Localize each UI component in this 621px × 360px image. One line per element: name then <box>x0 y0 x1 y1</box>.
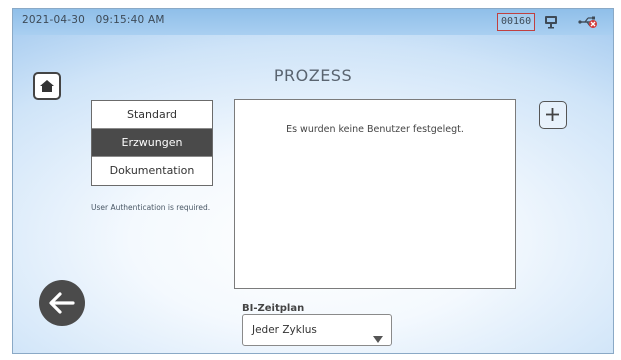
back-button[interactable] <box>39 280 85 326</box>
cycle-counter: 00160 <box>497 13 536 31</box>
page-title: PROZESS <box>273 66 353 85</box>
bi-schedule-value: Jeder Zyklus <box>252 324 317 336</box>
screen: 2021-04-30 09:15:40 AM 00160 PROZESS Sta… <box>12 8 614 354</box>
auth-note: User Authentication is required. <box>91 203 211 212</box>
usb-error-icon[interactable] <box>578 14 600 33</box>
add-user-button[interactable] <box>539 101 567 129</box>
caret-down-icon <box>373 328 383 347</box>
mode-item-standard[interactable]: Standard <box>92 101 212 129</box>
datetime: 2021-04-30 09:15:40 AM <box>22 14 165 26</box>
bi-schedule-dropdown[interactable]: Jeder Zyklus <box>242 314 392 346</box>
status-bar: 2021-04-30 09:15:40 AM 00160 <box>13 9 613 35</box>
arrow-left-icon <box>49 292 75 314</box>
time: 09:15:40 AM <box>95 14 165 26</box>
empty-message: Es wurden keine Benutzer festgelegt. <box>286 124 464 135</box>
mode-list: Standard Erzwungen Dokumentation <box>91 100 213 186</box>
mode-item-erzwungen[interactable]: Erzwungen <box>92 129 212 157</box>
monitor-icon[interactable] <box>544 14 558 33</box>
bi-schedule-label: BI-Zeitplan <box>242 303 305 314</box>
mode-item-dokumentation[interactable]: Dokumentation <box>92 157 212 185</box>
date: 2021-04-30 <box>22 14 86 26</box>
plus-icon <box>546 108 559 121</box>
user-list-panel[interactable]: Es wurden keine Benutzer festgelegt. <box>234 99 516 289</box>
